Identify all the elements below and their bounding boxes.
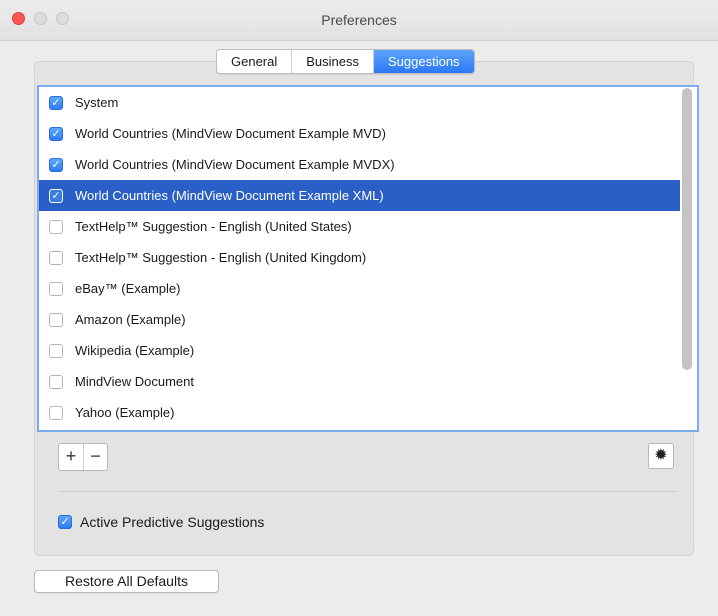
list-item-checkbox[interactable] xyxy=(49,375,63,389)
list-item[interactable]: TextHelp™ Suggestion - English (United S… xyxy=(39,211,680,242)
list-item-label: System xyxy=(75,95,119,110)
list-item-label: Amazon (Example) xyxy=(75,312,186,327)
plus-icon: + xyxy=(65,446,77,466)
list-item[interactable]: ✓ World Countries (MindView Document Exam… xyxy=(39,118,680,149)
active-predictive-checkbox[interactable]: ✓ xyxy=(58,515,72,529)
list-item-checkbox[interactable] xyxy=(49,313,63,327)
list-item[interactable]: ✓ World Countries (MindView Document Exam… xyxy=(39,149,680,180)
list-item-checkbox[interactable]: ✓ xyxy=(49,189,63,203)
list-item-label: World Countries (MindView Document Examp… xyxy=(75,188,384,203)
list-item-checkbox[interactable]: ✓ xyxy=(49,158,63,172)
list-item-checkbox[interactable] xyxy=(49,406,63,420)
tab-general[interactable]: General xyxy=(217,50,293,73)
list-item-label: Wikipedia (Example) xyxy=(75,343,195,358)
list-item-checkbox[interactable]: ✓ xyxy=(49,127,63,141)
suggestion-settings-button[interactable]: ✹ xyxy=(648,443,674,469)
window-title: Preferences xyxy=(321,12,397,28)
list-item-checkbox[interactable] xyxy=(49,251,63,265)
list-item-label: MindView Document xyxy=(75,374,194,389)
list-edit-buttons: + − xyxy=(58,443,108,471)
list-scrollbar[interactable] xyxy=(682,88,692,370)
add-suggestion-button[interactable]: + xyxy=(59,444,83,470)
list-item[interactable]: eBay™ (Example) xyxy=(39,273,680,304)
list-item[interactable]: Wikipedia (Example) xyxy=(39,335,680,366)
list-item-checkbox[interactable] xyxy=(49,220,63,234)
list-item-checkbox[interactable]: ✓ xyxy=(49,96,63,110)
list-item[interactable]: TextHelp™ Suggestion - English (United K… xyxy=(39,242,680,273)
divider xyxy=(58,491,678,492)
tab-bar: General Business Suggestions xyxy=(216,49,475,74)
list-item-label: Yahoo (Example) xyxy=(75,405,175,420)
list-item-label: TextHelp™ Suggestion - English (United S… xyxy=(75,219,352,234)
suggestions-list[interactable]: ✓ System ✓ World Countries (MindView Docume… xyxy=(37,85,699,432)
restore-all-defaults-button[interactable]: Restore All Defaults xyxy=(34,570,219,593)
title-bar: Preferences xyxy=(0,0,718,41)
tab-suggestions[interactable]: Suggestions xyxy=(374,50,474,73)
list-item-label: TextHelp™ Suggestion - English (United K… xyxy=(75,250,367,265)
remove-suggestion-button[interactable]: − xyxy=(83,444,107,470)
minus-icon: − xyxy=(90,446,101,466)
list-item[interactable]: ✓ System xyxy=(39,87,680,118)
active-predictive-label: Active Predictive Suggestions xyxy=(80,514,265,530)
tab-business[interactable]: Business xyxy=(292,50,374,73)
list-item[interactable]: Amazon (Example) xyxy=(39,304,680,335)
list-item-label: eBay™ (Example) xyxy=(75,281,181,296)
list-item[interactable]: ✓ World Countries (MindView Document Exam… xyxy=(39,180,680,211)
list-item[interactable]: MindView Document xyxy=(39,366,680,397)
list-item[interactable]: Yahoo (Example) xyxy=(39,397,680,428)
list-item-label: World Countries (MindView Document Examp… xyxy=(75,157,395,172)
list-item-label: World Countries (MindView Document Examp… xyxy=(75,126,386,141)
list-item-checkbox[interactable] xyxy=(49,344,63,358)
gear-icon: ✹ xyxy=(654,447,668,464)
list-item-checkbox[interactable] xyxy=(49,282,63,296)
